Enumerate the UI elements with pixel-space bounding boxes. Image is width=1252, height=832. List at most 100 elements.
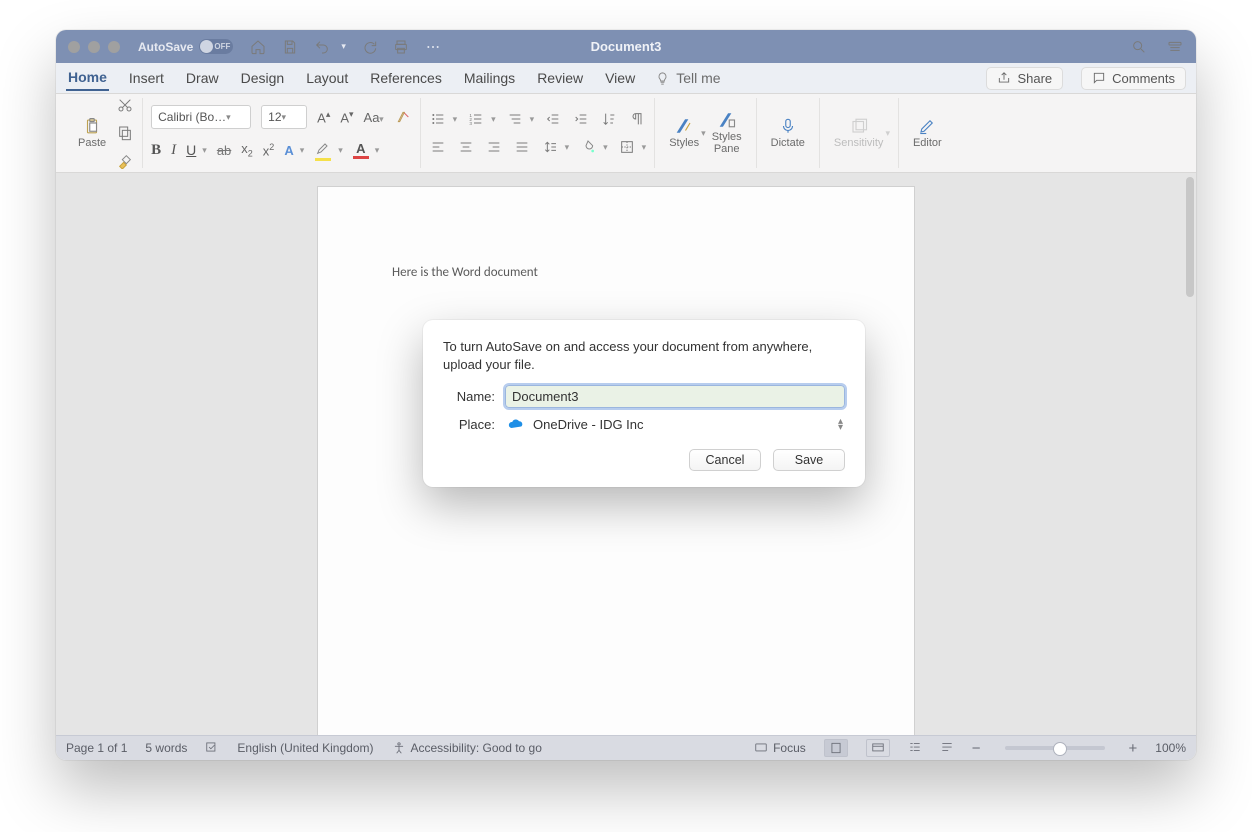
tab-review[interactable]: Review [535, 66, 585, 90]
accessibility-icon [392, 741, 406, 755]
search-icon[interactable] [1130, 38, 1148, 56]
ribbon-options-icon[interactable] [1166, 38, 1184, 56]
svg-text:3: 3 [469, 121, 472, 126]
increase-indent-icon[interactable] [572, 110, 590, 128]
highlight-button[interactable] [314, 139, 332, 161]
strikethrough-button[interactable]: ab [217, 143, 231, 158]
group-paragraph: ▾ 123▾ ▾ ▾ ▾ ▾ [421, 98, 656, 168]
tab-design[interactable]: Design [239, 66, 287, 90]
outline-view-button[interactable] [908, 740, 922, 757]
sort-icon[interactable] [600, 110, 618, 128]
zoom-in-button[interactable]: + [1129, 740, 1138, 757]
tab-insert[interactable]: Insert [127, 66, 166, 90]
save-icon[interactable] [281, 38, 299, 56]
share-button[interactable]: Share [986, 67, 1063, 90]
borders-icon[interactable] [618, 138, 636, 156]
italic-button[interactable]: I [171, 142, 176, 159]
editor-button[interactable]: Editor [907, 117, 948, 149]
text-effects-button[interactable]: A [284, 144, 293, 157]
clear-formatting-icon[interactable] [394, 108, 412, 126]
line-spacing-icon[interactable] [541, 138, 559, 156]
dictate-button[interactable]: Dictate [765, 117, 811, 149]
editor-icon [918, 117, 936, 135]
undo-icon[interactable] [313, 38, 331, 56]
font-size-select[interactable]: 12▾ [261, 105, 307, 129]
web-layout-view-button[interactable] [866, 739, 890, 757]
print-icon[interactable] [392, 38, 410, 56]
more-icon[interactable] [424, 38, 442, 56]
bullets-icon[interactable] [429, 110, 447, 128]
decrease-indent-icon[interactable] [544, 110, 562, 128]
superscript-button[interactable]: x2 [263, 142, 275, 158]
vertical-scrollbar[interactable] [1186, 177, 1194, 297]
redo-icon[interactable] [360, 38, 378, 56]
tab-mailings[interactable]: Mailings [462, 66, 517, 90]
cut-icon[interactable] [116, 96, 134, 114]
zoom-level[interactable]: 100% [1155, 741, 1186, 755]
sensitivity-button: Sensitivity [828, 117, 890, 149]
highlighter-icon [314, 139, 332, 157]
underline-button[interactable]: U [186, 142, 196, 158]
underline-dropdown[interactable]: ▾ [202, 145, 207, 156]
zoom-out-button[interactable]: − [972, 740, 981, 757]
status-language[interactable]: English (United Kingdom) [237, 741, 373, 755]
styles-pane-button[interactable]: Styles Pane [706, 111, 748, 155]
draft-view-button[interactable] [940, 740, 954, 757]
shading-icon[interactable] [579, 138, 597, 156]
shrink-font-button[interactable]: A▾ [340, 109, 353, 125]
group-sensitivity: Sensitivity ▾ [820, 98, 899, 168]
align-right-icon[interactable] [485, 138, 503, 156]
tab-references[interactable]: References [368, 66, 444, 90]
home-icon[interactable] [249, 38, 267, 56]
styles-icon [675, 117, 693, 135]
zoom-window-button[interactable] [108, 41, 120, 53]
tab-home[interactable]: Home [66, 65, 109, 91]
show-marks-icon[interactable] [628, 110, 646, 128]
place-select[interactable]: OneDrive - IDG Inc ▴▾ [505, 414, 845, 435]
filename-input[interactable] [505, 385, 845, 408]
spellcheck-icon[interactable] [205, 740, 219, 757]
tab-draw[interactable]: Draw [184, 66, 221, 90]
group-styles: Styles ▾ Styles Pane [655, 98, 756, 168]
align-left-icon[interactable] [429, 138, 447, 156]
status-bar: Page 1 of 1 5 words English (United King… [56, 735, 1196, 760]
status-word-count[interactable]: 5 words [145, 741, 187, 755]
autosave-switch[interactable]: OFF [199, 39, 233, 54]
font-name-select[interactable]: Calibri (Bo…▾ [151, 105, 251, 129]
share-icon [997, 71, 1011, 85]
justify-icon[interactable] [513, 138, 531, 156]
lightbulb-icon [655, 71, 670, 86]
format-painter-icon[interactable] [116, 152, 134, 170]
focus-mode-button[interactable]: Focus [754, 741, 806, 755]
print-layout-view-button[interactable] [824, 739, 848, 757]
numbering-icon[interactable]: 123 [467, 110, 485, 128]
subscript-button[interactable]: x2 [241, 141, 253, 159]
copy-icon[interactable] [116, 124, 134, 142]
group-editor: Editor [899, 98, 956, 168]
status-accessibility[interactable]: Accessibility: Good to go [392, 741, 542, 755]
chevron-updown-icon: ▴▾ [838, 419, 843, 431]
align-center-icon[interactable] [457, 138, 475, 156]
bold-button[interactable]: B [151, 142, 161, 159]
tab-layout[interactable]: Layout [304, 66, 350, 90]
multilevel-list-icon[interactable] [506, 110, 524, 128]
autosave-toggle[interactable]: AutoSave OFF [138, 39, 233, 54]
font-color-button[interactable]: A [353, 142, 369, 159]
tell-me-search[interactable]: Tell me [655, 70, 720, 86]
styles-button[interactable]: Styles [663, 117, 705, 149]
change-case-button[interactable]: Aa ▾ [364, 110, 384, 125]
minimize-window-button[interactable] [88, 41, 100, 53]
comments-button[interactable]: Comments [1081, 67, 1186, 90]
clipboard-icon [83, 117, 101, 135]
zoom-slider[interactable] [1005, 746, 1105, 750]
status-page[interactable]: Page 1 of 1 [66, 741, 127, 755]
close-window-button[interactable] [68, 41, 80, 53]
grow-font-button[interactable]: A▴ [317, 109, 330, 125]
paste-button[interactable]: Paste [72, 117, 112, 149]
sensitivity-icon [850, 117, 868, 135]
save-button[interactable]: Save [773, 449, 845, 471]
undo-history-dropdown[interactable]: ▾ [341, 41, 346, 52]
save-dialog: To turn AutoSave on and access your docu… [423, 320, 865, 487]
cancel-button[interactable]: Cancel [689, 449, 761, 471]
tab-view[interactable]: View [603, 66, 637, 90]
